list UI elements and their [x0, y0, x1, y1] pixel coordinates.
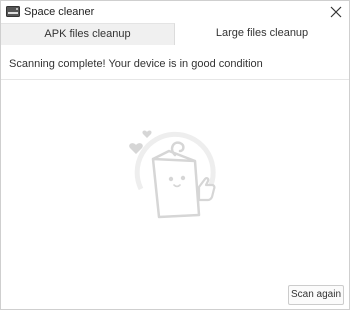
title-bar: Space cleaner [1, 1, 349, 23]
space-cleaner-window: Space cleaner APK files cleanup Large fi… [0, 0, 350, 310]
window-title: Space cleaner [24, 6, 95, 18]
hard-drive-icon [6, 6, 20, 17]
close-button[interactable] [327, 3, 345, 21]
scan-again-button[interactable]: Scan again [288, 285, 344, 305]
close-icon [330, 6, 342, 18]
tab-large-files-cleanup[interactable]: Large files cleanup [175, 23, 349, 46]
tab-bar: APK files cleanup Large files cleanup [1, 23, 349, 46]
happy-bag-mascot-icon [119, 121, 229, 221]
status-message: Scanning complete! Your device is in goo… [9, 58, 263, 70]
tab-apk-files-cleanup[interactable]: APK files cleanup [1, 23, 175, 45]
status-row: Scanning complete! Your device is in goo… [1, 45, 349, 80]
